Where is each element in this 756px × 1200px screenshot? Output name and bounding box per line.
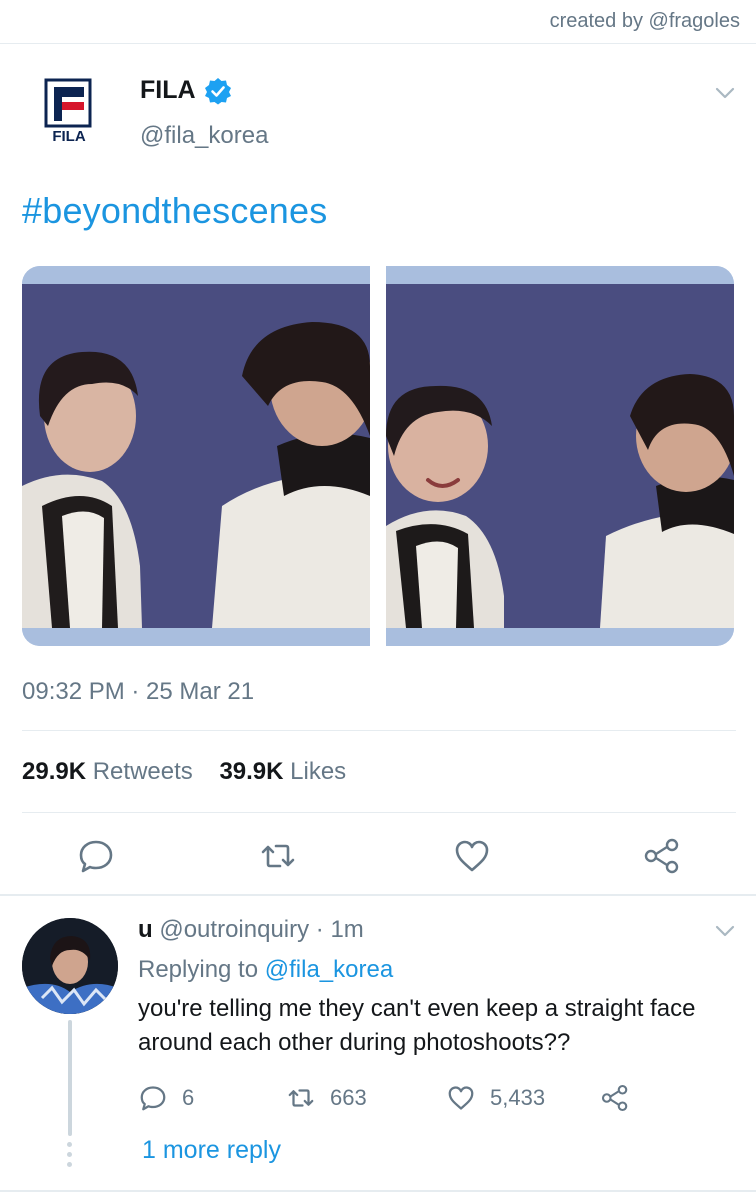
reply-tweet[interactable]: u @outroinquiry · 1m Replying to @fila_k… (0, 896, 756, 1200)
reply-author-name[interactable]: u (138, 916, 153, 943)
reply-text: you're telling me they can't even keep a… (138, 995, 696, 1056)
top-bar: created by @fragoles (0, 0, 756, 44)
creator-credit: created by @fragoles (549, 10, 740, 32)
tweet-timestamp: 09:32 PM · 25 Mar 21 (22, 678, 255, 705)
fila-logo-wordmark: FILA (52, 128, 85, 144)
replying-to: Replying to @fila_korea (138, 956, 393, 984)
retweets-label[interactable]: Retweets (93, 758, 193, 785)
like-icon[interactable] (452, 836, 492, 876)
reply-action-like[interactable]: 5,433 (446, 1080, 545, 1116)
reply-author-handle[interactable]: @outroinquiry (159, 916, 309, 943)
retweets-count[interactable]: 29.9K (22, 758, 86, 785)
reply-action-retweet[interactable]: 663 (286, 1080, 367, 1116)
thread-line (68, 1020, 72, 1136)
photo-right[interactable] (386, 266, 734, 646)
share-icon (601, 1084, 628, 1112)
author-handle[interactable]: @fila_korea (140, 122, 268, 150)
tweet-header: FILA FILA @fila_korea (0, 70, 756, 150)
reply-count: 6 (182, 1085, 195, 1110)
reply-time: 1m (330, 916, 364, 943)
divider (22, 730, 736, 731)
like-count: 5,433 (490, 1085, 546, 1110)
reply-action-share[interactable] (600, 1080, 630, 1116)
like-icon (448, 1086, 474, 1110)
tweet-text-hashtag[interactable]: #beyondthescenes (22, 190, 327, 232)
fila-logo-icon[interactable]: FILA (44, 78, 94, 145)
chevron-down-icon[interactable] (712, 80, 738, 106)
replying-mention[interactable]: @fila_korea (265, 956, 393, 983)
reply-dot: · (315, 916, 324, 943)
chevron-down-icon[interactable] (712, 918, 738, 944)
retweet-count: 663 (330, 1085, 367, 1110)
reply-action-reply[interactable]: 6 (138, 1080, 194, 1116)
verified-badge-icon (205, 78, 231, 105)
author-name[interactable]: FILA (140, 76, 196, 105)
media-grid (22, 266, 734, 646)
tweet-stats: 29.9K Retweets 39.9K Likes (22, 758, 346, 786)
retweet-icon (288, 1089, 314, 1107)
likes-count[interactable]: 39.9K (219, 758, 283, 785)
photo-left[interactable] (22, 266, 370, 646)
thread-dots (67, 1142, 73, 1172)
reply-icon[interactable] (76, 836, 116, 876)
reply-icon (140, 1086, 166, 1111)
replying-prefix: Replying to (138, 956, 259, 983)
reply-header: u @outroinquiry · 1m (138, 916, 364, 944)
reply-action-bar: 6 663 5,433 (138, 1080, 738, 1116)
tweet-action-bar (0, 830, 756, 880)
divider (22, 812, 736, 813)
likes-label[interactable]: Likes (290, 758, 346, 785)
more-replies-link[interactable]: 1 more reply (142, 1136, 281, 1165)
avatar[interactable] (22, 918, 118, 1014)
bottom-separator (0, 1190, 756, 1192)
share-icon[interactable] (642, 836, 682, 876)
retweet-icon[interactable] (258, 836, 298, 876)
